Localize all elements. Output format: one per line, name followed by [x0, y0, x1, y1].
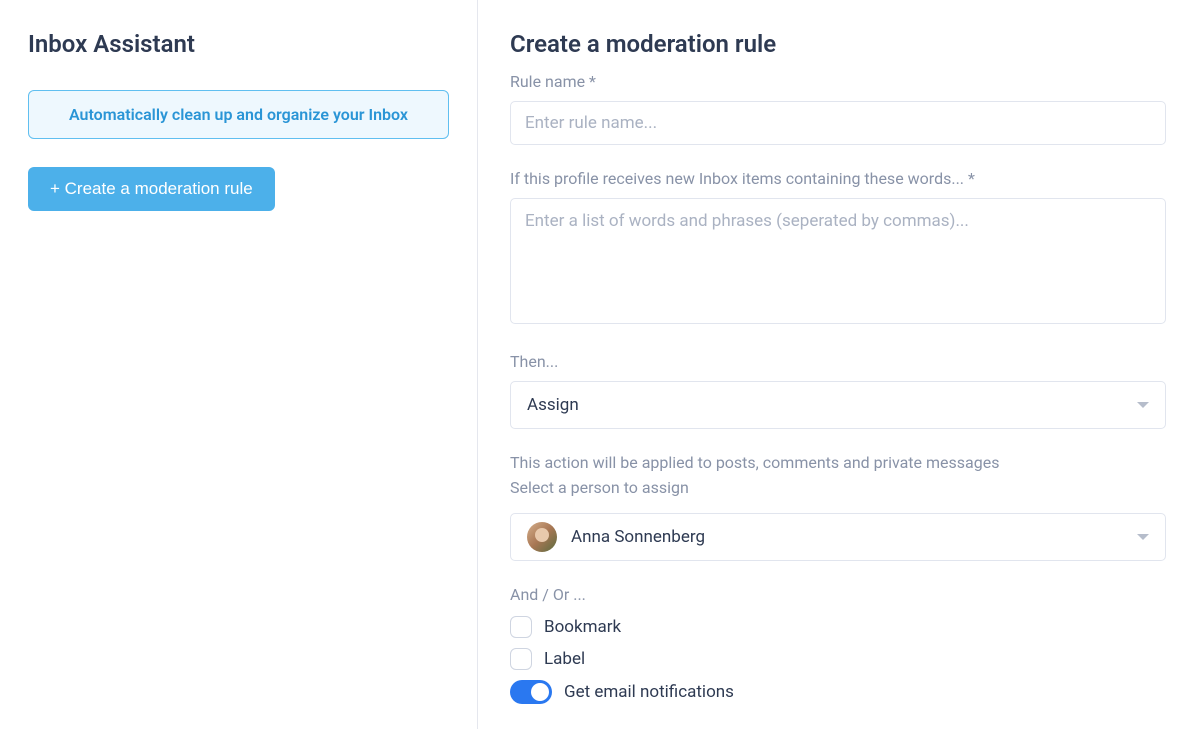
left-panel: Inbox Assistant Automatically clean up a… [0, 0, 478, 729]
label-option-row: Label [510, 648, 1166, 670]
label-checkbox[interactable] [510, 648, 532, 670]
action-select-value: Assign [527, 395, 579, 415]
trigger-words-label: If this profile receives new Inbox items… [510, 169, 1166, 188]
select-person-label: Select a person to assign [510, 478, 1166, 497]
assignee-select[interactable]: Anna Sonnenberg [510, 513, 1166, 561]
left-title: Inbox Assistant [28, 30, 449, 58]
additional-options: Bookmark Label Get email notifications [510, 616, 1166, 704]
notifications-option-row: Get email notifications [510, 680, 1166, 704]
chevron-down-icon [1137, 402, 1149, 408]
bookmark-option-row: Bookmark [510, 616, 1166, 638]
assignee-name: Anna Sonnenberg [571, 527, 705, 547]
then-label: Then... [510, 352, 1166, 371]
action-select[interactable]: Assign [510, 381, 1166, 429]
toggle-knob [531, 683, 549, 701]
bookmark-checkbox[interactable] [510, 616, 532, 638]
trigger-words-textarea[interactable] [510, 198, 1166, 324]
bookmark-label: Bookmark [544, 617, 621, 637]
email-notifications-toggle[interactable] [510, 680, 552, 704]
notifications-label: Get email notifications [564, 682, 734, 702]
right-title: Create a moderation rule [510, 30, 1166, 58]
action-applies-text: This action will be applied to posts, co… [510, 453, 1166, 472]
and-or-label: And / Or ... [510, 585, 1166, 604]
label-option-label: Label [544, 649, 585, 669]
avatar [527, 522, 557, 552]
rule-name-input[interactable] [510, 101, 1166, 145]
inbox-info-banner[interactable]: Automatically clean up and organize your… [28, 90, 449, 139]
create-rule-panel: Create a moderation rule Rule name * If … [478, 0, 1200, 729]
chevron-down-icon [1137, 534, 1149, 540]
create-moderation-rule-button[interactable]: + Create a moderation rule [28, 167, 275, 211]
rule-name-label: Rule name * [510, 72, 1166, 91]
